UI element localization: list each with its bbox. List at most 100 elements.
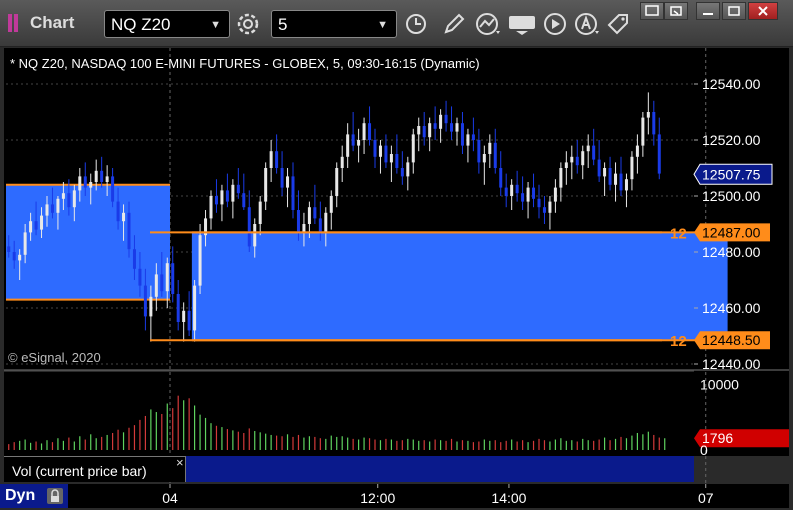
candle-body [122,212,126,222]
candle-body [471,134,475,140]
candle-body [581,151,585,166]
candle-body [149,296,153,317]
link-button[interactable] [604,10,632,38]
candle-body [296,210,300,233]
candle-body [258,201,262,224]
candle-body [564,162,568,168]
candle-body [154,274,158,297]
candle-body [389,154,393,163]
copyright-text: © eSignal, 2020 [8,350,101,365]
lock-icon [47,488,63,504]
candle-body [351,134,355,146]
candle-body [160,274,164,292]
candle-body [329,196,333,213]
play-button[interactable] [541,10,569,38]
candle-body [553,187,557,202]
candle-body [78,176,82,191]
candle-body [510,184,514,196]
symbol-value: NQ Z20 [111,15,171,34]
candle-body [105,176,109,182]
settings-button[interactable] [234,10,262,38]
interval-select[interactable]: 5 ▼ [271,10,397,38]
candle-body [515,184,519,194]
candle-body [603,168,607,177]
time-tick-label: 07 [698,490,714,506]
candle-body [83,176,87,188]
time-tick-label: 14:00 [491,490,526,506]
candle-body [111,176,115,202]
candle-body [45,204,49,216]
alert-button[interactable] [573,10,601,38]
candle-body [50,204,54,213]
close-study-icon[interactable]: × [176,455,184,470]
volume-tick-label: 10000 [700,377,739,393]
candle-body [286,176,290,188]
candle-body [346,134,350,157]
symbol-select[interactable]: NQ Z20 ▼ [104,10,230,38]
candle-body [100,170,104,182]
study-chart-icon [476,13,500,35]
candle-body [302,224,306,233]
candle-body [657,134,661,174]
candle-body [253,224,257,247]
candle-body [61,193,65,199]
alert-icon [575,13,599,35]
pin-window-button[interactable] [664,2,688,20]
dynamic-label: Dyn [5,487,36,504]
get-data-button[interactable] [507,10,539,38]
candle-body [570,156,574,163]
candle-body [340,156,344,168]
draw-button[interactable] [440,10,468,38]
time-tick-label: 04 [162,490,178,506]
candle-body [29,221,33,233]
candle-body [18,254,22,261]
candle-body [236,184,240,194]
candle-body [231,184,235,202]
maximize-button[interactable] [722,2,746,20]
close-icon [758,6,768,16]
candle-body [214,196,218,205]
interval-value: 5 [278,15,288,34]
volume-study-label[interactable]: Vol (current price bar) × [4,455,186,482]
candle-body [488,142,492,154]
candle-body [537,198,541,208]
candle-body [12,252,16,261]
candle-body [225,190,229,202]
time-button[interactable] [402,10,430,38]
studies-button[interactable] [474,10,502,38]
link-window-icon [645,5,659,16]
chevron-down-icon: ▼ [210,19,221,31]
price-tick-label: 12500.00 [702,188,761,204]
link-window-button[interactable] [640,2,664,20]
price-chart[interactable]: 12 12487.0012 12448.5012507.751796 12540.0… [0,46,793,510]
candle-body [307,207,311,224]
candle-body [335,168,339,196]
chevron-down-icon: ▼ [377,19,388,31]
price-tick-label: 12440.00 [702,356,761,372]
candle-body [143,285,147,317]
price-tick-label: 12460.00 [702,300,761,316]
candle-body [242,193,246,208]
candle-body [7,246,11,252]
candle-body [72,190,76,208]
candle-body [652,112,656,135]
pin-window-icon [670,6,682,16]
time-axis-area [4,484,789,508]
close-window-button[interactable] [748,2,778,20]
clock-icon [406,14,426,34]
play-icon [544,13,566,35]
minimize-button[interactable] [696,2,720,20]
tag-icon [607,14,628,35]
chart-app-icon [8,14,22,32]
candle-body [373,140,377,157]
dynamic-toggle[interactable]: Dyn [0,484,68,508]
candle-body [646,112,650,118]
candle-body [182,310,186,322]
candle-body [264,168,268,202]
volume-study-title: Vol (current price bar) [12,463,147,479]
candle-body [400,168,404,177]
candle-body [548,201,552,213]
price-tick-label: 12540.00 [702,76,761,92]
candle-body [575,156,579,166]
candle-body [526,187,530,202]
